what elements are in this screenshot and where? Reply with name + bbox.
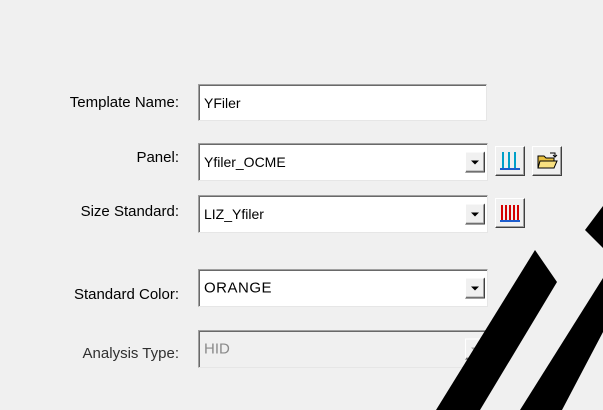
analysis-type-label: Analysis Type: xyxy=(82,345,179,362)
size-standard-dropdown-button[interactable] xyxy=(465,203,485,225)
panel-value: Yfiler_OCME xyxy=(204,154,286,170)
size-standard-combobox[interactable]: LIZ_Yfiler xyxy=(198,195,488,233)
analysis-type-dropdown-button xyxy=(465,338,485,360)
standard-color-combobox[interactable]: ORANGE xyxy=(198,269,488,307)
standard-color-label: Standard Color: xyxy=(73,286,179,303)
template-name-input[interactable]: YFiler xyxy=(198,84,487,121)
standard-color-dropdown-button[interactable] xyxy=(465,277,485,299)
size-standard-editor-button[interactable] xyxy=(495,198,525,228)
size-standard-label: Size Standard: xyxy=(80,203,179,220)
open-panel-folder-button[interactable] xyxy=(532,146,562,176)
analysis-type-value: HID xyxy=(204,340,230,358)
panel-editor-button[interactable] xyxy=(495,146,525,176)
panel-bins-icon xyxy=(500,152,520,170)
panel-combobox[interactable]: Yfiler_OCME xyxy=(198,143,488,181)
template-name-label: Template Name: xyxy=(69,94,179,111)
standard-color-value: ORANGE xyxy=(204,279,273,297)
panel-dropdown-button[interactable] xyxy=(465,151,485,173)
open-folder-icon xyxy=(537,152,558,169)
template-name-value: YFiler xyxy=(204,94,241,111)
size-standard-peaks-icon xyxy=(500,205,520,222)
panel-label: Panel: xyxy=(136,149,179,166)
analysis-type-combobox: HID xyxy=(198,330,488,368)
size-standard-value: LIZ_Yfiler xyxy=(204,206,264,222)
